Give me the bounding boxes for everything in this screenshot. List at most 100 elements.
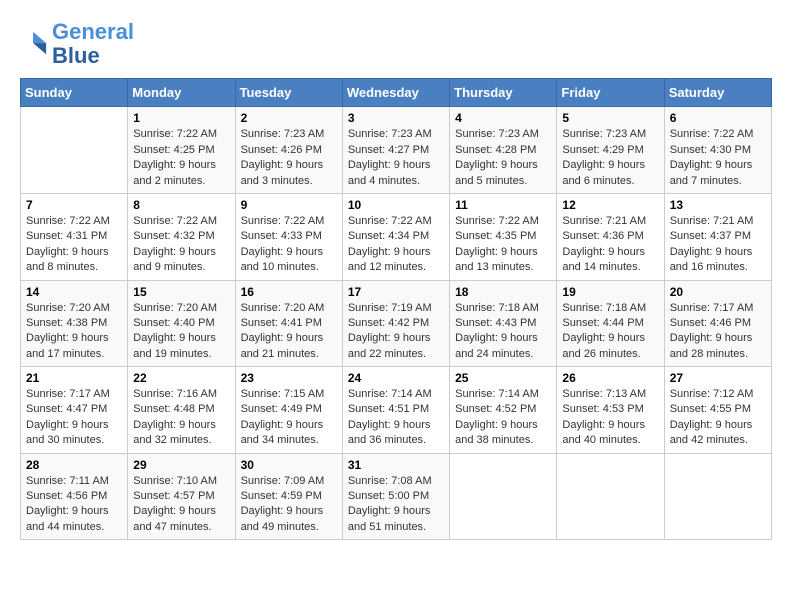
- calendar-cell: 15 Sunrise: 7:20 AM Sunset: 4:40 PM Dayli…: [128, 280, 235, 367]
- day-info: Sunrise: 7:17 AM Sunset: 4:46 PM Dayligh…: [670, 301, 766, 363]
- day-number: 7: [26, 198, 122, 212]
- calendar-cell: 31 Sunrise: 7:08 AM Sunset: 5:00 PM Dayli…: [342, 453, 449, 540]
- weekday-header-thursday: Thursday: [450, 79, 557, 107]
- day-info: Sunrise: 7:13 AM Sunset: 4:53 PM Dayligh…: [562, 387, 658, 449]
- calendar-cell: 4 Sunrise: 7:23 AM Sunset: 4:28 PM Daylig…: [450, 107, 557, 194]
- day-info: Sunrise: 7:22 AM Sunset: 4:33 PM Dayligh…: [241, 214, 337, 276]
- day-info: Sunrise: 7:08 AM Sunset: 5:00 PM Dayligh…: [348, 474, 444, 536]
- day-number: 14: [26, 285, 122, 299]
- day-info: Sunrise: 7:22 AM Sunset: 4:34 PM Dayligh…: [348, 214, 444, 276]
- calendar-cell: 14 Sunrise: 7:20 AM Sunset: 4:38 PM Dayli…: [21, 280, 128, 367]
- day-number: 6: [670, 111, 766, 125]
- calendar-week-row: 1 Sunrise: 7:22 AM Sunset: 4:25 PM Daylig…: [21, 107, 772, 194]
- calendar-cell: [21, 107, 128, 194]
- weekday-header-wednesday: Wednesday: [342, 79, 449, 107]
- calendar-week-row: 14 Sunrise: 7:20 AM Sunset: 4:38 PM Dayli…: [21, 280, 772, 367]
- day-number: 22: [133, 371, 229, 385]
- day-number: 16: [241, 285, 337, 299]
- day-info: Sunrise: 7:21 AM Sunset: 4:37 PM Dayligh…: [670, 214, 766, 276]
- day-number: 27: [670, 371, 766, 385]
- day-number: 29: [133, 458, 229, 472]
- day-info: Sunrise: 7:15 AM Sunset: 4:49 PM Dayligh…: [241, 387, 337, 449]
- calendar-cell: 7 Sunrise: 7:22 AM Sunset: 4:31 PM Daylig…: [21, 193, 128, 280]
- calendar-cell: 29 Sunrise: 7:10 AM Sunset: 4:57 PM Dayli…: [128, 453, 235, 540]
- day-number: 25: [455, 371, 551, 385]
- calendar-cell: 6 Sunrise: 7:22 AM Sunset: 4:30 PM Daylig…: [664, 107, 771, 194]
- calendar-cell: 13 Sunrise: 7:21 AM Sunset: 4:37 PM Dayli…: [664, 193, 771, 280]
- day-number: 10: [348, 198, 444, 212]
- calendar-cell: 9 Sunrise: 7:22 AM Sunset: 4:33 PM Daylig…: [235, 193, 342, 280]
- day-info: Sunrise: 7:22 AM Sunset: 4:31 PM Dayligh…: [26, 214, 122, 276]
- day-info: Sunrise: 7:14 AM Sunset: 4:52 PM Dayligh…: [455, 387, 551, 449]
- calendar-cell: [557, 453, 664, 540]
- weekday-header-monday: Monday: [128, 79, 235, 107]
- calendar-cell: 10 Sunrise: 7:22 AM Sunset: 4:34 PM Dayli…: [342, 193, 449, 280]
- day-info: Sunrise: 7:14 AM Sunset: 4:51 PM Dayligh…: [348, 387, 444, 449]
- calendar-cell: 26 Sunrise: 7:13 AM Sunset: 4:53 PM Dayli…: [557, 367, 664, 454]
- day-number: 17: [348, 285, 444, 299]
- page-header: General Blue: [20, 20, 772, 68]
- day-info: Sunrise: 7:23 AM Sunset: 4:26 PM Dayligh…: [241, 127, 337, 189]
- day-info: Sunrise: 7:09 AM Sunset: 4:59 PM Dayligh…: [241, 474, 337, 536]
- calendar-cell: 19 Sunrise: 7:18 AM Sunset: 4:44 PM Dayli…: [557, 280, 664, 367]
- day-info: Sunrise: 7:23 AM Sunset: 4:27 PM Dayligh…: [348, 127, 444, 189]
- day-info: Sunrise: 7:20 AM Sunset: 4:40 PM Dayligh…: [133, 301, 229, 363]
- calendar-cell: 11Sunrise: 7:22 AM Sunset: 4:35 PM Dayli…: [450, 193, 557, 280]
- day-number: 24: [348, 371, 444, 385]
- calendar-cell: 27 Sunrise: 7:12 AM Sunset: 4:55 PM Dayli…: [664, 367, 771, 454]
- day-number: 4: [455, 111, 551, 125]
- calendar-cell: [450, 453, 557, 540]
- day-number: 15: [133, 285, 229, 299]
- day-number: 11: [455, 198, 551, 212]
- calendar-cell: 28 Sunrise: 7:11 AM Sunset: 4:56 PM Dayli…: [21, 453, 128, 540]
- calendar-cell: 21Sunrise: 7:17 AM Sunset: 4:47 PM Dayli…: [21, 367, 128, 454]
- weekday-header-row: SundayMondayTuesdayWednesdayThursdayFrid…: [21, 79, 772, 107]
- day-info: Sunrise: 7:22 AM Sunset: 4:30 PM Dayligh…: [670, 127, 766, 189]
- day-number: 19: [562, 285, 658, 299]
- logo: General Blue: [20, 20, 134, 68]
- day-number: 8: [133, 198, 229, 212]
- logo-icon: [20, 30, 48, 58]
- day-info: Sunrise: 7:10 AM Sunset: 4:57 PM Dayligh…: [133, 474, 229, 536]
- day-number: 3: [348, 111, 444, 125]
- day-number: 30: [241, 458, 337, 472]
- calendar-cell: 23 Sunrise: 7:15 AM Sunset: 4:49 PM Dayli…: [235, 367, 342, 454]
- weekday-header-saturday: Saturday: [664, 79, 771, 107]
- calendar-cell: 2 Sunrise: 7:23 AM Sunset: 4:26 PM Daylig…: [235, 107, 342, 194]
- day-number: 26: [562, 371, 658, 385]
- calendar-cell: 24 Sunrise: 7:14 AM Sunset: 4:51 PM Dayli…: [342, 367, 449, 454]
- day-number: 13: [670, 198, 766, 212]
- calendar-cell: 3 Sunrise: 7:23 AM Sunset: 4:27 PM Daylig…: [342, 107, 449, 194]
- weekday-header-sunday: Sunday: [21, 79, 128, 107]
- calendar-cell: [664, 453, 771, 540]
- calendar-week-row: 7 Sunrise: 7:22 AM Sunset: 4:31 PM Daylig…: [21, 193, 772, 280]
- day-number: 23: [241, 371, 337, 385]
- day-info: Sunrise: 7:23 AM Sunset: 4:29 PM Dayligh…: [562, 127, 658, 189]
- day-info: Sunrise: 7:18 AM Sunset: 4:43 PM Dayligh…: [455, 301, 551, 363]
- day-number: 2: [241, 111, 337, 125]
- weekday-header-tuesday: Tuesday: [235, 79, 342, 107]
- day-info: Sunrise: 7:21 AM Sunset: 4:36 PM Dayligh…: [562, 214, 658, 276]
- day-info: Sunrise: 7:11 AM Sunset: 4:56 PM Dayligh…: [26, 474, 122, 536]
- day-number: 31: [348, 458, 444, 472]
- day-info: Sunrise: 7:22 AM Sunset: 4:25 PM Dayligh…: [133, 127, 229, 189]
- day-number: 9: [241, 198, 337, 212]
- day-info: Sunrise: 7:12 AM Sunset: 4:55 PM Dayligh…: [670, 387, 766, 449]
- day-number: 1: [133, 111, 229, 125]
- calendar-cell: 8Sunrise: 7:22 AM Sunset: 4:32 PM Daylig…: [128, 193, 235, 280]
- calendar-table: SundayMondayTuesdayWednesdayThursdayFrid…: [20, 78, 772, 540]
- day-info: Sunrise: 7:16 AM Sunset: 4:48 PM Dayligh…: [133, 387, 229, 449]
- calendar-cell: 18 Sunrise: 7:18 AM Sunset: 4:43 PM Dayli…: [450, 280, 557, 367]
- day-info: Sunrise: 7:23 AM Sunset: 4:28 PM Dayligh…: [455, 127, 551, 189]
- day-number: 28: [26, 458, 122, 472]
- day-info: Sunrise: 7:18 AM Sunset: 4:44 PM Dayligh…: [562, 301, 658, 363]
- day-info: Sunrise: 7:20 AM Sunset: 4:38 PM Dayligh…: [26, 301, 122, 363]
- calendar-week-row: 28 Sunrise: 7:11 AM Sunset: 4:56 PM Dayli…: [21, 453, 772, 540]
- day-number: 18: [455, 285, 551, 299]
- calendar-cell: 16Sunrise: 7:20 AM Sunset: 4:41 PM Dayli…: [235, 280, 342, 367]
- calendar-cell: 22 Sunrise: 7:16 AM Sunset: 4:48 PM Dayli…: [128, 367, 235, 454]
- day-info: Sunrise: 7:17 AM Sunset: 4:47 PM Dayligh…: [26, 387, 122, 449]
- calendar-week-row: 21Sunrise: 7:17 AM Sunset: 4:47 PM Dayli…: [21, 367, 772, 454]
- day-number: 20: [670, 285, 766, 299]
- day-number: 12: [562, 198, 658, 212]
